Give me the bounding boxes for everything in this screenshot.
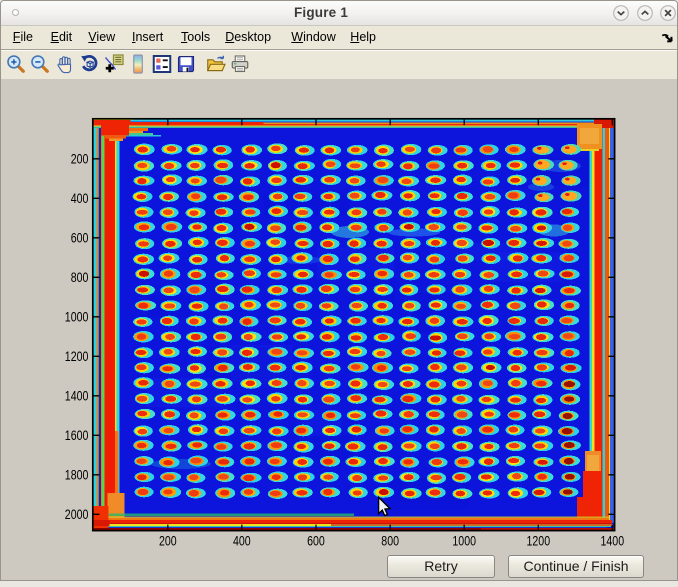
svg-text:1000: 1000: [65, 310, 89, 325]
svg-text:600: 600: [307, 534, 325, 549]
svg-text:1000: 1000: [452, 534, 476, 549]
svg-text:1200: 1200: [65, 349, 89, 364]
svg-text:800: 800: [71, 270, 89, 285]
svg-text:1200: 1200: [527, 534, 551, 549]
svg-text:400: 400: [233, 534, 251, 549]
svg-text:1400: 1400: [601, 534, 625, 549]
svg-text:200: 200: [71, 152, 89, 167]
svg-text:1400: 1400: [65, 389, 89, 404]
svg-text:600: 600: [71, 231, 89, 246]
svg-text:800: 800: [381, 534, 399, 549]
svg-text:400: 400: [71, 191, 89, 206]
svg-text:1600: 1600: [65, 428, 89, 443]
svg-text:200: 200: [159, 534, 177, 549]
svg-text:2000: 2000: [65, 507, 89, 522]
svg-text:1800: 1800: [65, 468, 89, 483]
